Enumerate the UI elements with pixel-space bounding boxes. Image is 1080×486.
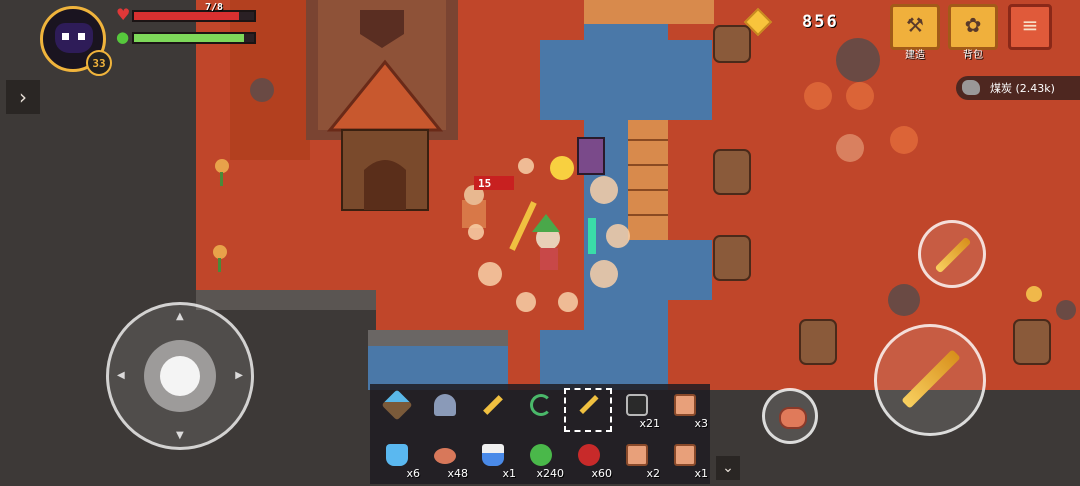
chevron-down-icon: ⌄: [722, 460, 734, 476]
pickaxe-icon: [381, 389, 413, 421]
cactus-fruit-icon: [530, 444, 552, 466]
resource-notification: 煤炭 (2.43k): [956, 76, 1080, 100]
scroll-icon: [626, 444, 648, 466]
hotbar-slot-pickaxe[interactable]: [374, 388, 422, 430]
backpack-icon: ✿: [964, 13, 982, 37]
hotbar-slot-golden-sword[interactable]: [470, 388, 518, 430]
scroll-icon: ≡: [1021, 13, 1039, 37]
hotbar-slot-berries[interactable]: x60: [566, 438, 614, 480]
spear-icon: [934, 236, 972, 274]
energy-icon: ●: [116, 28, 130, 46]
eat-food-button[interactable]: [762, 388, 818, 444]
attack-button[interactable]: [874, 324, 986, 436]
hotbar-slot-bow[interactable]: [518, 388, 566, 430]
avatar-eye: [78, 33, 85, 40]
build-label: 建造: [905, 50, 925, 61]
enemy-hp-indicator: [588, 218, 596, 254]
slot-count: x48: [447, 467, 468, 480]
arrow-left-icon: ◀: [117, 370, 125, 381]
joystick-core: [160, 356, 200, 396]
slot-count: x1: [502, 467, 516, 480]
heart-icon: ♥: [116, 5, 131, 24]
avatar-face: [55, 23, 93, 53]
scroll-icon: [674, 394, 696, 416]
health-bar: [132, 10, 256, 22]
hotbar-slot-jar[interactable]: x21: [614, 388, 662, 430]
slot-count: x240: [536, 467, 564, 480]
anvil-icon: ⚒: [906, 13, 924, 37]
arrow-right-icon: ▶: [235, 370, 243, 381]
spear-icon: [901, 349, 961, 409]
flask-icon: [482, 444, 504, 466]
faded-creature: [836, 134, 864, 162]
jar-icon: [626, 394, 648, 416]
health-text: 7/8: [205, 2, 224, 13]
expand-side-panel-button[interactable]: ›: [6, 80, 40, 114]
golden-sword-icon: [483, 395, 503, 415]
hotbar-slot-blue-potion[interactable]: x6: [374, 438, 422, 480]
spear-icon: [579, 394, 599, 415]
slot-count: x21: [639, 417, 660, 430]
hotbar-slot-meat[interactable]: x48: [422, 438, 470, 480]
bow-icon: [530, 394, 552, 416]
avatar-eye: [62, 33, 69, 40]
hotbar-slot-scroll[interactable]: x3: [662, 388, 710, 430]
chevron-right-icon: ›: [19, 85, 27, 109]
scroll-icon: [674, 444, 696, 466]
resource-text: 煤炭 (2.43k): [990, 82, 1055, 95]
arrow-up-icon: ▲: [176, 311, 184, 322]
bag-button[interactable]: ✿ 背包: [948, 4, 998, 61]
joystick-knob[interactable]: [144, 340, 216, 412]
arrow-down-icon: ▼: [176, 430, 184, 441]
hotbar-slot-flask[interactable]: x1: [470, 438, 518, 480]
enemy-goblin: [462, 185, 486, 228]
quest-scroll-button[interactable]: ≡: [1008, 4, 1052, 50]
coal-icon: [962, 80, 980, 95]
level-badge: 33: [86, 50, 112, 76]
hotbar-slot-cactus-fruit[interactable]: x240: [518, 438, 566, 480]
damage-number: 15: [478, 177, 491, 190]
blue-potion-icon: [386, 444, 408, 466]
slot-count: x6: [406, 467, 420, 480]
shovel-icon: [434, 394, 456, 416]
bag-label: 背包: [963, 50, 983, 61]
item-hotbar: x21 x3 x6 x48 x1 x240 x60 x2 x1: [370, 384, 710, 484]
energy-fill: [134, 34, 245, 42]
slot-count: x1: [694, 467, 708, 480]
secondary-weapon-button[interactable]: [918, 220, 986, 288]
meat-icon: [434, 448, 456, 464]
energy-bar: [132, 32, 256, 44]
health-fill: [134, 12, 239, 20]
meat-icon: [779, 407, 807, 429]
slot-count: x60: [591, 467, 612, 480]
hotbar-slot-scroll[interactable]: x2: [614, 438, 662, 480]
hotbar-slot-spear[interactable]: [566, 388, 614, 430]
hotbar-slot-scroll[interactable]: x1: [662, 438, 710, 480]
slot-count: x3: [694, 417, 708, 430]
hotbar-toggle-button[interactable]: ⌄: [716, 456, 740, 480]
hotbar-slot-shovel[interactable]: [422, 388, 470, 430]
gem-count: 856: [802, 12, 839, 32]
movement-joystick[interactable]: ▲ ▼ ◀ ▶: [106, 302, 254, 450]
slot-count: x2: [646, 467, 660, 480]
build-button[interactable]: ⚒ 建造: [890, 4, 940, 61]
berries-icon: [578, 444, 600, 466]
